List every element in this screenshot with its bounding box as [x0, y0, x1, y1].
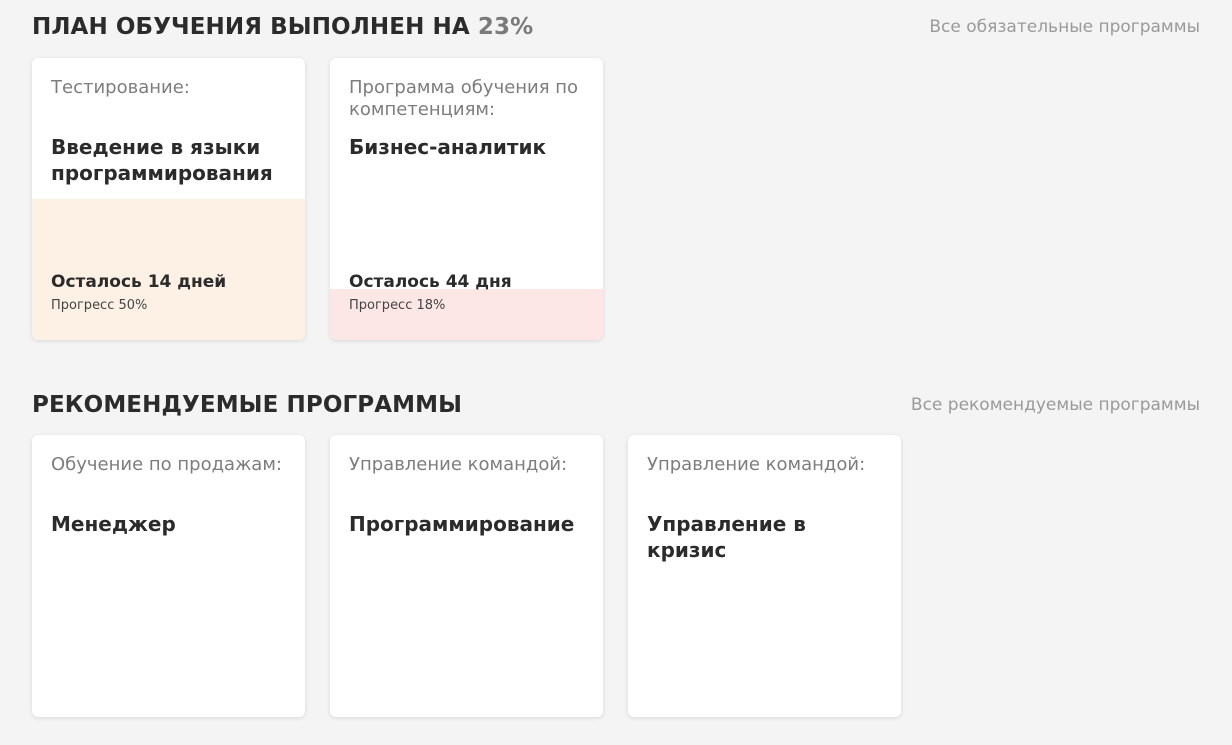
- days-remaining: Осталось 44 дня: [349, 272, 512, 292]
- days-remaining: Осталось 14 дней: [51, 272, 227, 292]
- recommended-program-card[interactable]: Обучение по продажам: Менеджер: [32, 435, 305, 717]
- mandatory-section-title: ПЛАН ОБУЧЕНИЯ ВЫПОЛНЕН НА 23%: [32, 14, 533, 40]
- program-title: Управление в кризис: [647, 512, 806, 562]
- progress-label: Прогресс 18%: [349, 298, 446, 313]
- recommended-section-header: РЕКОМЕНДУЕМЫЕ ПРОГРАММЫ Все рекомендуемы…: [32, 389, 1200, 421]
- program-title: Бизнес-аналитик: [349, 135, 547, 159]
- mandatory-program-card[interactable]: Программа обучения по компетенциям: Бизн…: [330, 58, 603, 340]
- program-category: Управление командой:: [349, 454, 568, 475]
- program-title: Менеджер: [51, 512, 176, 536]
- progress-fill: [330, 289, 603, 340]
- all-recommended-programs-link[interactable]: Все рекомендуемые программы: [911, 395, 1200, 415]
- program-title: Программирование: [349, 512, 575, 536]
- recommended-program-card[interactable]: Управление командой: Программирование: [330, 435, 603, 717]
- program-category: Управление командой:: [647, 454, 866, 475]
- program-category: Программа обучения по компетенциям:: [349, 77, 579, 120]
- program-category: Тестирование:: [51, 77, 190, 98]
- program-category: Обучение по продажам:: [51, 454, 282, 475]
- all-mandatory-programs-link[interactable]: Все обязательные программы: [929, 17, 1200, 37]
- mandatory-section-header: ПЛАН ОБУЧЕНИЯ ВЫПОЛНЕН НА 23% Все обязат…: [32, 12, 1200, 42]
- plan-percent: 23%: [477, 14, 534, 40]
- mandatory-program-card[interactable]: Тестирование: Введение в языки программи…: [32, 58, 305, 340]
- recommended-section-title: РЕКОМЕНДУЕМЫЕ ПРОГРАММЫ: [32, 392, 463, 418]
- program-title: Введение в языки программирования: [51, 135, 273, 185]
- progress-fill: [32, 199, 305, 340]
- plan-title-text: ПЛАН ОБУЧЕНИЯ ВЫПОЛНЕН НА: [32, 14, 470, 40]
- progress-label: Прогресс 50%: [51, 298, 148, 313]
- recommended-program-card[interactable]: Управление командой: Управление в кризис: [628, 435, 901, 717]
